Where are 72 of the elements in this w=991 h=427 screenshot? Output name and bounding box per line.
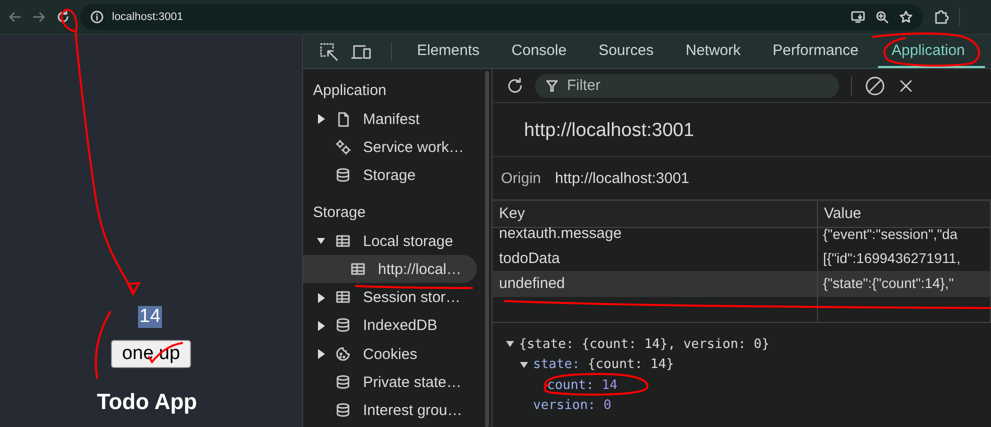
filter-icon (545, 78, 559, 92)
app-heading: Todo App (96, 389, 198, 415)
table-cell[interactable] (818, 296, 991, 323)
expand-arrow-icon[interactable] (317, 349, 325, 360)
item-label: Service work… (363, 138, 464, 156)
address-bar[interactable]: localhost:3001 (80, 4, 923, 30)
origin-title: http://localhost:3001 (493, 103, 991, 157)
expand-arrow-icon[interactable] (505, 340, 515, 348)
section-heading: Application (312, 81, 388, 101)
sidebar-item[interactable]: IndexedDB (303, 312, 477, 340)
item-label: IndexedDB (363, 317, 438, 334)
property-line: state: {count: 14} (533, 357, 674, 372)
sidebar-item[interactable]: Interest grou… (303, 396, 477, 425)
filter-field[interactable]: Filter (535, 74, 839, 98)
counter-text: 14 (138, 306, 162, 328)
table-icon (350, 260, 368, 278)
table-cell[interactable] (493, 296, 818, 323)
hand-drawn-bracket (94, 311, 111, 379)
sidebar-item[interactable]: Manifest (303, 105, 477, 134)
panel-tab[interactable]: Elements (404, 35, 493, 68)
item-label: Session stor… (363, 289, 461, 306)
inspect-icon[interactable] (319, 42, 339, 62)
sidebar-item[interactable]: Local storage (303, 226, 477, 256)
column-header[interactable]: Value (818, 201, 991, 228)
gears-icon (335, 138, 353, 156)
back-icon[interactable] (8, 10, 22, 24)
table-cell[interactable]: {"state":{"count":14}," (818, 271, 991, 296)
panel-tab[interactable]: Sources (586, 35, 667, 68)
preview-object: {state: {count: 14}, version: 0} (519, 336, 770, 352)
sidebar-item[interactable]: Private state… (303, 368, 477, 397)
sidebar-item[interactable]: Service work… (303, 133, 477, 162)
reload-icon[interactable] (56, 10, 70, 24)
panel-tab[interactable]: Application (878, 35, 985, 68)
table-cell[interactable]: undefined (493, 271, 818, 296)
sidebar-item[interactable]: Cookies (303, 340, 477, 368)
item-label: Manifest (363, 110, 420, 128)
sidebar-item[interactable]: Storage (303, 162, 477, 190)
item-label: Local storage (363, 232, 454, 250)
origin-value: http://localhost:3001 (555, 170, 690, 186)
scrollbar[interactable] (485, 71, 489, 427)
panel-tab[interactable]: Performance (760, 35, 872, 68)
zoom-icon[interactable] (875, 10, 889, 24)
panel-tab[interactable]: Network (672, 35, 754, 68)
item-label: Interest grou… (363, 402, 462, 420)
property-line: count: 14 (547, 378, 618, 393)
url-text: localhost:3001 (112, 11, 183, 23)
expand-arrow-icon[interactable] (317, 114, 325, 124)
forward-icon[interactable] (32, 10, 46, 24)
origin-label: Origin (501, 170, 542, 186)
star-icon[interactable] (899, 10, 913, 24)
sidebar-item[interactable]: http://local… (303, 255, 477, 284)
item-label: http://local… (378, 260, 462, 278)
column-header[interactable]: Key (493, 201, 818, 228)
placeholder-text: Filter (567, 77, 600, 94)
info-icon (90, 10, 104, 24)
clear-icon[interactable] (864, 74, 886, 96)
panel-tab[interactable]: Console (498, 35, 580, 68)
expand-arrow-icon[interactable] (317, 236, 325, 246)
section-heading: Storage (312, 202, 367, 223)
item-label: Private state… (363, 374, 462, 392)
install-icon[interactable] (851, 10, 865, 24)
expand-arrow-icon[interactable] (519, 360, 529, 369)
expand-arrow-icon[interactable] (317, 292, 325, 303)
expand-arrow-icon[interactable] (317, 320, 325, 331)
extensions-icon[interactable] (933, 9, 949, 25)
table-cell[interactable]: {"event":"session","da (818, 228, 991, 246)
sidebar-item[interactable]: Session stor… (303, 283, 477, 312)
item-label: Storage (363, 167, 416, 184)
table-icon (335, 232, 353, 250)
table-cell[interactable]: nextauth.message (493, 228, 818, 246)
property-line: version: 0 (533, 398, 612, 414)
item-label: Cookies (363, 346, 418, 363)
